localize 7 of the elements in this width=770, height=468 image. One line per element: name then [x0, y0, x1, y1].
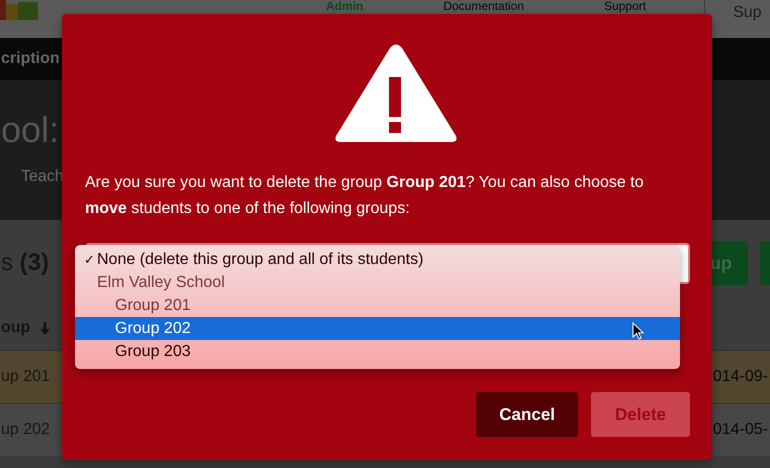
checkmark-icon: ✓: [84, 252, 95, 267]
table-cell: up 201: [1, 368, 50, 386]
table-cell: 014-09-: [712, 368, 768, 386]
page-title: ool:: [1, 108, 60, 152]
option-group-label: Elm Valley School: [96, 272, 226, 292]
table-cell: 014-05-: [712, 421, 768, 439]
confirmation-message: Are you sure you want to delete the group Group 201? You can also choose to move students to one of the following groups:: [85, 173, 645, 219]
